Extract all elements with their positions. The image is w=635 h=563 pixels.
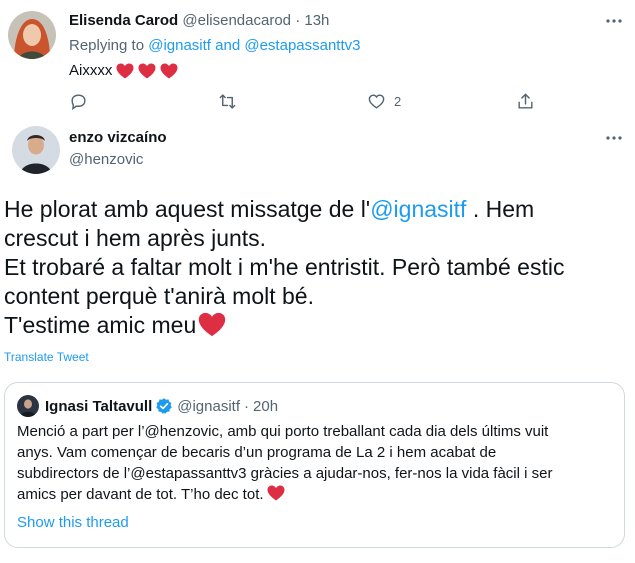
tweet-text-segment: He plorat amb aquest missatge de l' [4, 196, 371, 222]
translate-tweet-link[interactable]: Translate Tweet [4, 350, 89, 364]
tweet-text-content: Aixxxx [69, 62, 113, 79]
timestamp: 20h [253, 397, 279, 415]
tweet-text-line: content perquè t'anirà molt bé. [4, 283, 314, 309]
mention-link[interactable]: @estapassanttv3 [244, 37, 360, 54]
separator: · [244, 397, 250, 415]
reply-button[interactable] [69, 92, 88, 111]
heart-emoji [116, 63, 134, 79]
verified-icon [156, 398, 172, 414]
replying-to: Replying to @ignasitf and @estapassanttv… [69, 37, 361, 54]
tweet-text-segment: . Hem [466, 196, 535, 222]
tweet-text-line: crescut i hem après junts. [4, 225, 267, 251]
heart-emoji [267, 485, 285, 501]
tweet-text-line: Et trobaré a faltar molt i m'he entristi… [4, 254, 565, 280]
separator: · [295, 12, 301, 29]
quoted-tweet[interactable]: Ignasi Taltavull @ignasitf · 20h Menció … [4, 382, 625, 548]
quoted-text-line: Menció a part per l’@henzovic, amb qui p… [17, 423, 549, 440]
author-handle[interactable]: @henzovic [69, 151, 143, 168]
tweet-text-line: He plorat amb aquest missatge de l'@igna… [4, 195, 624, 224]
show-thread-link[interactable]: Show this thread [17, 514, 129, 531]
mention-link[interactable]: @ignasitf [148, 37, 211, 54]
quoted-text-line: subdirectors de l’@estapassanttv3 gràcie… [17, 465, 553, 482]
share-icon [518, 93, 533, 109]
tweet-text: Aixxxx [69, 62, 178, 79]
retweet-icon [219, 94, 236, 109]
more-icon[interactable] [603, 127, 625, 149]
heart-emoji [198, 312, 226, 337]
tweet-text: He plorat amb aquest missatge de l'@igna… [4, 195, 624, 340]
author-handle: @ignasitf [177, 397, 241, 415]
author-name: Ignasi Taltavull [45, 397, 153, 415]
share-button[interactable] [516, 92, 535, 111]
replying-and[interactable]: and [215, 37, 240, 54]
quoted-text-line: anys. Vam començar de becaris d’un progr… [17, 444, 497, 461]
tweet-text-line: T'estime amic meu [4, 311, 624, 340]
reply-tweet-header: Elisenda Carod @elisendacarod · 13h [69, 12, 329, 29]
mention-link[interactable]: @ignasitf [370, 196, 466, 222]
tweet-actions: 2 [0, 92, 635, 118]
timestamp[interactable]: 13h [304, 12, 329, 29]
avatar [17, 395, 39, 417]
more-icon[interactable] [603, 10, 625, 32]
heart-emoji [138, 63, 156, 79]
author-name[interactable]: Elisenda Carod [69, 12, 178, 29]
author-handle[interactable]: @elisendacarod [182, 12, 291, 29]
quoted-text-line: amics per davant de tot. T’ho dec tot. [17, 484, 617, 505]
author-name[interactable]: enzo vizcaíno [69, 129, 167, 146]
reply-icon [71, 94, 86, 111]
replying-prefix: Replying to [69, 37, 145, 54]
reply-tweet[interactable]: Elisenda Carod @elisendacarod · 13h Repl… [0, 0, 635, 118]
retweet-button[interactable] [218, 92, 237, 111]
like-button[interactable]: 2 [367, 92, 401, 111]
quoted-tweet-header: Ignasi Taltavull @ignasitf · 20h [17, 395, 278, 417]
tweet-text-segment: T'estime amic meu [4, 312, 197, 338]
heart-emoji [160, 63, 178, 79]
like-icon [368, 94, 385, 109]
avatar[interactable] [8, 11, 56, 59]
like-count: 2 [394, 94, 402, 109]
avatar[interactable] [12, 126, 60, 174]
quoted-tweet-text: Menció a part per l’@henzovic, amb qui p… [17, 421, 617, 505]
quoted-text-segment: amics per davant de tot. T’ho dec tot. [17, 486, 264, 503]
